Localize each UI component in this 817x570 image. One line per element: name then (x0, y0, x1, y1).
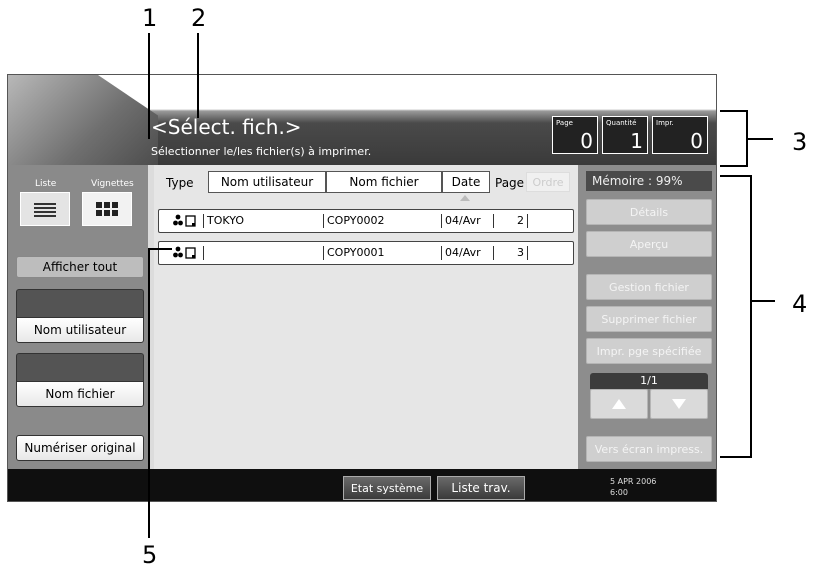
order-column-button[interactable]: Ordre (526, 172, 570, 192)
file-name-button[interactable]: Nom fichier (16, 381, 144, 407)
user-name-column-header[interactable]: Nom utilisateur (208, 171, 326, 193)
sort-ascending-icon (460, 195, 470, 201)
column-separator (527, 214, 528, 228)
arrow-down-icon (672, 399, 686, 409)
job-list-button[interactable]: Liste trav. (437, 476, 525, 500)
page-counter-label: Page (556, 119, 573, 127)
print-counter: Impr. 0 (652, 116, 708, 154)
row-file-name: COPY0002 (327, 214, 385, 227)
details-button[interactable]: Détails (586, 199, 712, 225)
row-date: 04/Avr (445, 214, 481, 227)
file-management-button[interactable]: Gestion fichier (586, 274, 712, 300)
callout-5-leader-horizontal (148, 248, 172, 250)
callout-4-bracket-vert (750, 175, 752, 458)
screen-subtitle: Sélectionner le/les fichier(s) à imprime… (151, 145, 372, 158)
page-counter-value: 0 (580, 129, 593, 153)
page-indicator: 1/1 (590, 373, 708, 389)
print-specified-page-button[interactable]: Impr. pge spécifiée (586, 338, 712, 364)
page-up-button[interactable] (590, 389, 648, 419)
screen-title: <Sélect. fich.> (151, 115, 302, 139)
column-separator (203, 246, 204, 260)
file-name-filter-field (16, 353, 144, 381)
file-name-column-header[interactable]: Nom fichier (326, 171, 442, 193)
callout-4-bracket-top (720, 175, 752, 177)
stored-file-icon (173, 214, 196, 227)
thumbnail-view-button[interactable] (82, 192, 132, 226)
operation-panel-screen: <Sélect. fich.> Sélectionner le/les fich… (7, 74, 717, 502)
row-page-count: 3 (517, 246, 524, 259)
callout-5: 5 (142, 541, 158, 569)
grid-icon (96, 202, 118, 216)
file-list-row[interactable]: TOKYO COPY0002 04/Avr 2 (158, 209, 574, 233)
date-column-header[interactable]: Date (442, 171, 490, 193)
callout-1: 1 (142, 4, 158, 32)
column-separator (493, 246, 494, 260)
row-page-count: 2 (517, 214, 524, 227)
to-print-screen-button[interactable]: Vers écran impress. (586, 436, 712, 462)
callout-4: 4 (792, 290, 808, 318)
list-icon (34, 203, 56, 217)
column-separator (527, 246, 528, 260)
list-view-button[interactable] (20, 192, 70, 226)
type-column-label: Type (166, 176, 194, 190)
row-user-name: TOKYO (207, 214, 244, 227)
user-name-button[interactable]: Nom utilisateur (16, 317, 144, 343)
callout-4-bracket-bottom (720, 456, 752, 458)
callout-3-bracket-top (720, 110, 747, 112)
column-separator (203, 214, 204, 228)
callout-3: 3 (792, 128, 808, 156)
column-separator (441, 214, 442, 228)
memory-status: Mémoire : 99% (586, 171, 712, 191)
page-column-label: Page (495, 176, 525, 190)
column-separator (323, 214, 324, 228)
row-file-name: COPY0001 (327, 246, 385, 259)
print-counter-label: Impr. (656, 119, 674, 127)
quantity-counter-value: 1 (630, 129, 643, 153)
callout-2-leader (197, 33, 199, 118)
quantity-counter-label: Quantité (606, 119, 637, 127)
stored-file-icon (173, 246, 196, 259)
column-separator (493, 214, 494, 228)
tab-list-label: Liste (35, 179, 57, 189)
column-separator (441, 246, 442, 260)
arrow-up-icon (612, 399, 626, 409)
page-down-button[interactable] (650, 389, 708, 419)
row-date: 04/Avr (445, 246, 481, 259)
scan-original-button[interactable]: Numériser original (16, 435, 144, 461)
callout-3-bracket-bottom (720, 165, 747, 167)
delete-file-button[interactable]: Supprimer fichier (586, 306, 712, 332)
callout-2: 2 (191, 4, 207, 32)
system-status-button[interactable]: Etat système (343, 476, 431, 500)
quantity-counter: Quantité 1 (602, 116, 648, 154)
callout-5-leader-vertical (148, 248, 150, 538)
callout-1-leader (148, 33, 150, 139)
tab-thumbnails-label: Vignettes (91, 179, 134, 189)
callout-4-leader (750, 300, 775, 302)
print-counter-value: 0 (690, 129, 703, 153)
page-counter: Page 0 (552, 116, 598, 154)
user-name-filter-field (16, 289, 144, 317)
footer-date: 5 APR 2006 (610, 477, 657, 486)
preview-button[interactable]: Aperçu (586, 231, 712, 257)
callout-3-leader (746, 138, 773, 140)
show-all-button[interactable]: Afficher tout (16, 256, 144, 278)
column-separator (323, 246, 324, 260)
file-list-row[interactable]: COPY0001 04/Avr 3 (158, 241, 574, 265)
footer-time: 6:00 (610, 488, 628, 497)
